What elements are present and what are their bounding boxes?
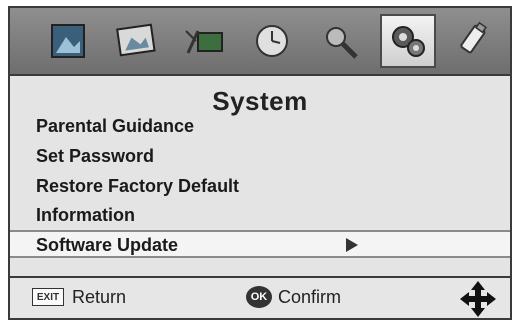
- clock-icon: [256, 25, 288, 57]
- menu-item-software-update[interactable]: Software Update: [10, 230, 510, 258]
- channel-icon: [185, 30, 223, 54]
- image-icon: [116, 23, 156, 57]
- channel-tab[interactable]: [176, 14, 232, 68]
- submenu-arrow-icon: [346, 238, 358, 252]
- usb-icon: [460, 21, 488, 54]
- system-gears-icon: [392, 26, 425, 57]
- picture-tab[interactable]: [40, 14, 96, 68]
- timer-tab[interactable]: [244, 14, 300, 68]
- menu-title: System: [212, 86, 308, 116]
- system-menu-window: System Parental Guidance Set Password Re…: [8, 6, 512, 320]
- ok-key-icon: OK: [246, 286, 272, 308]
- menu-item-information[interactable]: Information: [36, 205, 135, 226]
- menu-item-set-password[interactable]: Set Password: [36, 146, 154, 167]
- menu-item-label: Software Update: [36, 235, 179, 255]
- system-tab[interactable]: [380, 14, 436, 68]
- exit-key-icon: EXIT: [32, 288, 64, 306]
- tools-tab[interactable]: [312, 14, 368, 68]
- tools-icon: [326, 27, 358, 59]
- navigation-arrows-icon: [460, 281, 496, 317]
- confirm-hint: Confirm: [278, 287, 342, 307]
- menu-item-parental-guidance[interactable]: Parental Guidance: [36, 116, 194, 137]
- footer-hint-bar: EXIT Return OK Confirm: [10, 276, 510, 318]
- picture-icon: [51, 24, 85, 58]
- usb-tab[interactable]: [446, 14, 502, 68]
- menu-item-restore-factory-default[interactable]: Restore Factory Default: [36, 176, 239, 197]
- category-icon-bar: [10, 8, 510, 76]
- image-tab[interactable]: [108, 14, 164, 68]
- return-hint: Return: [72, 287, 127, 307]
